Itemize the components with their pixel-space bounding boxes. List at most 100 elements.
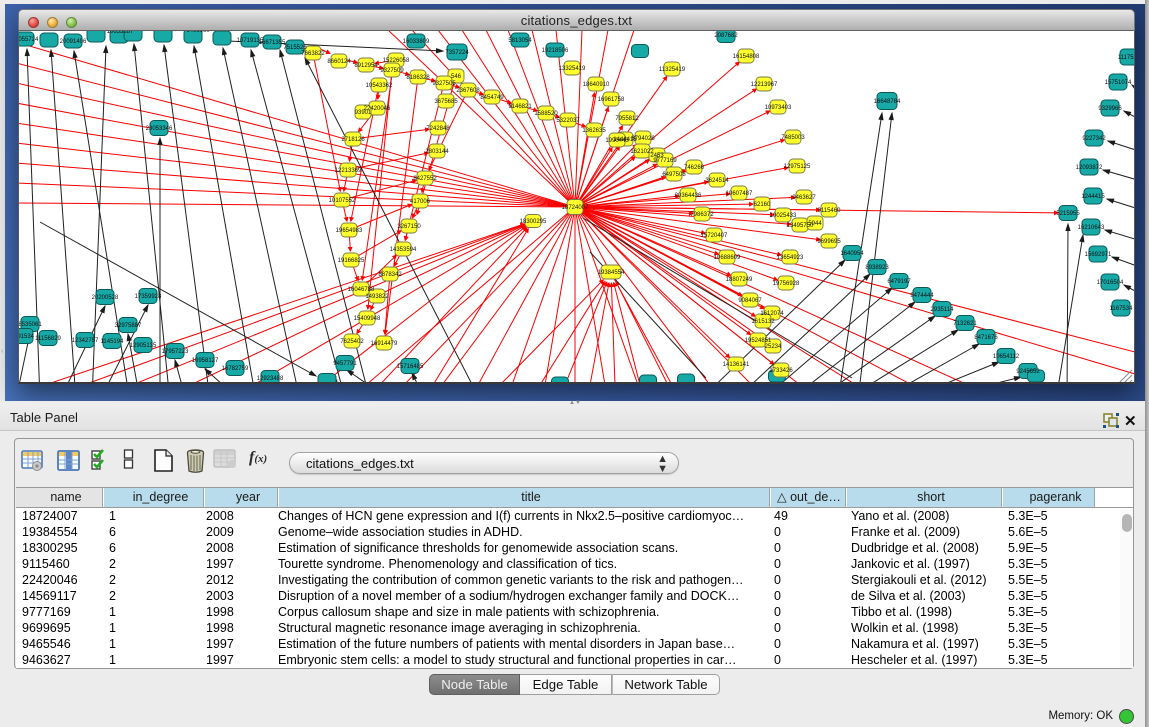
svg-text:16782759: 16782759 [222, 366, 249, 372]
svg-text:10688609: 10688609 [714, 255, 741, 261]
svg-text:417006: 417006 [410, 199, 431, 205]
svg-text:18724007: 18724007 [562, 205, 589, 211]
svg-text:8427552: 8427552 [413, 176, 437, 182]
svg-text:1990443: 1990443 [605, 138, 629, 144]
svg-text:16210643: 16210643 [1078, 225, 1105, 231]
svg-text:9327505: 9327505 [432, 81, 456, 87]
svg-text:7242848: 7242848 [426, 126, 450, 132]
svg-text:11156829: 11156829 [35, 336, 61, 342]
svg-text:8186328: 8186328 [406, 75, 430, 81]
svg-text:1167534: 1167534 [1110, 306, 1134, 312]
svg-text:15716485: 15716485 [397, 364, 424, 370]
svg-text:7485003: 7485003 [781, 135, 805, 141]
svg-text:9227342: 9227342 [1082, 136, 1106, 142]
svg-text:2803144: 2803144 [425, 149, 449, 155]
svg-text:7663822: 7663822 [301, 51, 325, 57]
svg-text:1362635: 1362635 [582, 128, 606, 134]
svg-text:18300295: 18300295 [520, 219, 547, 225]
svg-text:8471676: 8471676 [974, 335, 998, 341]
svg-text:10543362: 10543362 [366, 83, 393, 89]
svg-text:16033809: 16033809 [403, 39, 430, 45]
svg-text:1640954: 1640954 [840, 251, 864, 257]
svg-text:12093872: 12093872 [1076, 165, 1103, 171]
svg-text:3624514: 3624514 [705, 178, 729, 184]
svg-text:8660124: 8660124 [327, 59, 351, 65]
svg-text:9474444: 9474444 [910, 293, 934, 299]
svg-text:8938923: 8938923 [865, 265, 889, 271]
svg-text:2935114: 2935114 [931, 307, 955, 313]
svg-text:14353594: 14353594 [390, 247, 417, 253]
svg-text:1588520: 1588520 [534, 111, 558, 117]
svg-text:19166825: 19166825 [338, 258, 365, 264]
svg-text:9777169: 9777169 [653, 158, 677, 164]
svg-text:12975125: 12975125 [784, 164, 811, 170]
svg-text:9146821: 9146821 [508, 104, 532, 110]
svg-text:12342757: 12342757 [72, 338, 99, 344]
svg-text:1527602: 1527602 [146, 31, 170, 33]
svg-text:6794028: 6794028 [631, 136, 655, 142]
svg-text:7132621: 7132621 [953, 321, 977, 327]
svg-text:5813054: 5813054 [508, 38, 532, 44]
svg-text:7625402: 7625402 [340, 339, 364, 345]
svg-text:8912954: 8912954 [354, 63, 378, 69]
svg-text:2718126: 2718126 [341, 137, 365, 143]
svg-text:9329966: 9329966 [1098, 106, 1122, 112]
svg-text:5215955: 5215955 [1056, 211, 1080, 217]
svg-text:7357224: 7357224 [445, 50, 469, 56]
svg-text:20364436: 20364436 [675, 193, 702, 199]
svg-text:391534: 391534 [18, 334, 35, 340]
svg-text:9115460: 9115460 [818, 208, 842, 214]
svg-text:1117534: 1117534 [1118, 55, 1135, 61]
svg-text:10654112: 10654112 [993, 354, 1020, 360]
svg-text:6466160: 6466160 [186, 31, 210, 34]
svg-text:13654923: 13654923 [777, 255, 804, 261]
svg-text:10607487: 10607487 [726, 191, 753, 197]
svg-text:6479197: 6479197 [887, 279, 911, 285]
svg-text:2367608: 2367608 [456, 88, 480, 94]
svg-text:18807249: 18807249 [726, 277, 753, 283]
svg-text:17359928: 17359928 [135, 294, 162, 300]
svg-text:25234: 25234 [765, 344, 782, 350]
svg-text:2087682: 2087682 [714, 33, 738, 39]
svg-text:12923488: 12923488 [257, 376, 284, 382]
svg-text:19756928: 19756928 [773, 281, 800, 287]
svg-text:12213369: 12213369 [335, 168, 362, 174]
svg-text:17957223: 17957223 [162, 349, 189, 355]
svg-text:15751074: 15751074 [1105, 80, 1132, 86]
svg-text:1493822: 1493822 [365, 294, 389, 300]
svg-text:16154808: 16154808 [733, 54, 760, 60]
svg-text:13325419: 13325419 [559, 66, 586, 72]
svg-text:746266: 746266 [684, 165, 705, 171]
svg-text:9457791: 9457791 [333, 361, 357, 367]
svg-text:18640910: 18640910 [583, 82, 610, 88]
svg-text:7986372: 7986372 [690, 212, 714, 218]
svg-text:16648784: 16648784 [874, 99, 901, 105]
svg-text:8878342: 8878342 [378, 272, 402, 278]
svg-text:15226058: 15226058 [383, 58, 410, 64]
svg-text:16671355: 16671355 [259, 40, 286, 46]
svg-text:15409948: 15409948 [354, 316, 381, 322]
svg-text:15720407: 15720407 [701, 233, 728, 239]
svg-text:8454749: 8454749 [480, 95, 504, 101]
svg-text:9327509: 9327509 [380, 68, 404, 74]
svg-text:1615132: 1615132 [751, 319, 775, 325]
svg-text:8535061: 8535061 [18, 322, 42, 328]
svg-text:14136141: 14136141 [723, 362, 750, 368]
svg-text:1733426: 1733426 [769, 368, 793, 374]
svg-text:3267150: 3267150 [397, 224, 421, 230]
svg-text:12905135: 12905135 [130, 343, 157, 349]
svg-text:10107552: 10107552 [329, 198, 356, 204]
svg-text:16961758: 16961758 [598, 97, 625, 103]
svg-text:11325419: 11325419 [659, 67, 686, 73]
svg-text:17016504: 17016504 [1097, 280, 1124, 286]
svg-text:12213967: 12213967 [751, 82, 778, 88]
svg-text:10958127: 10958127 [192, 358, 219, 364]
svg-text:93901: 93901 [355, 110, 372, 116]
svg-text:19218506: 19218506 [542, 48, 569, 54]
svg-text:9245652: 9245652 [1016, 369, 1040, 375]
svg-text:1612074: 1612074 [760, 311, 784, 317]
svg-text:5322037: 5322037 [556, 118, 580, 124]
svg-text:3675685: 3675685 [434, 99, 458, 105]
svg-text:10025433: 10025433 [770, 213, 797, 219]
svg-text:20091406: 20091406 [60, 39, 87, 45]
